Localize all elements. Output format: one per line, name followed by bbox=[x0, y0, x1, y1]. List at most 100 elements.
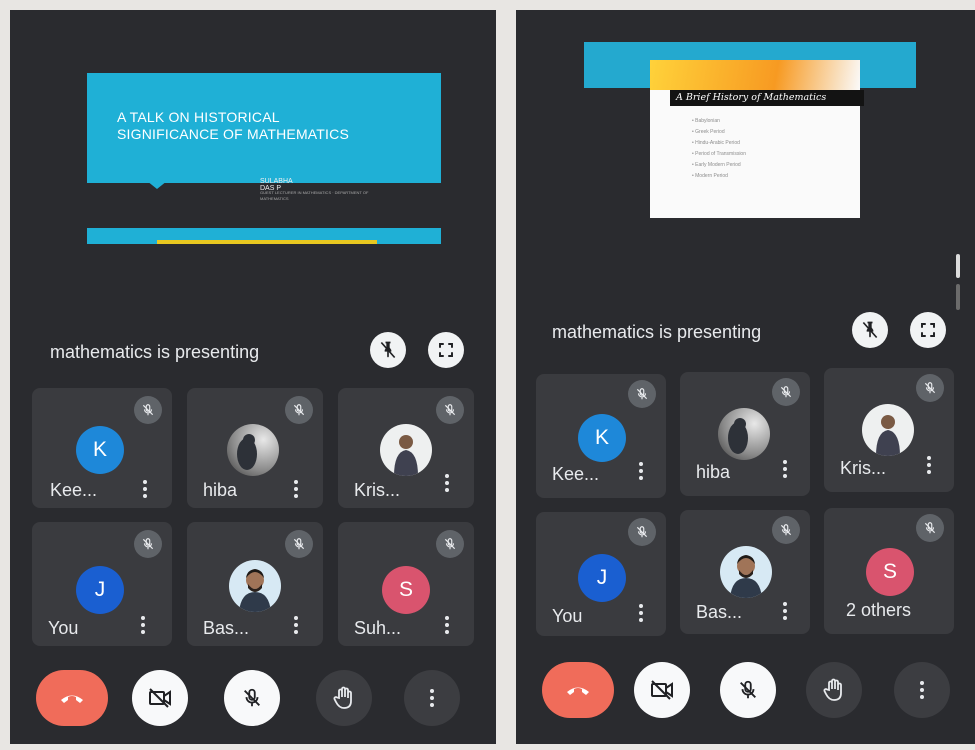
camera-toggle-button[interactable] bbox=[634, 662, 690, 718]
slide-bullet-list: Babylonian Greek Period Hindu-Arabic Per… bbox=[692, 116, 746, 182]
raise-hand-icon bbox=[333, 686, 352, 709]
more-options-button[interactable] bbox=[404, 670, 460, 726]
participant-photo bbox=[380, 424, 432, 476]
slide-bullet: Hindu-Arabic Period bbox=[692, 138, 746, 149]
microphone-toggle-button[interactable] bbox=[720, 662, 776, 718]
mic-off-icon bbox=[293, 538, 305, 550]
participant-tile[interactable]: hiba bbox=[187, 388, 323, 508]
others-count-label: 2 others bbox=[846, 600, 912, 620]
participant-photo bbox=[718, 408, 770, 460]
more-options-button[interactable] bbox=[293, 616, 299, 634]
participant-photo bbox=[227, 424, 279, 476]
more-options-button[interactable] bbox=[444, 474, 450, 492]
presenting-label: mathematics is presenting bbox=[50, 342, 260, 362]
more-options-button[interactable] bbox=[293, 480, 299, 498]
participant-tile[interactable]: S Suh... bbox=[338, 522, 474, 646]
more-options-button[interactable] bbox=[638, 462, 644, 480]
scrollbar[interactable] bbox=[956, 254, 960, 312]
unpin-button[interactable] bbox=[370, 332, 406, 368]
mic-off-icon bbox=[740, 680, 756, 699]
slide-title-line-1: A TALK ON HISTORICAL bbox=[117, 109, 280, 125]
muted-indicator bbox=[772, 516, 800, 544]
avatar: K bbox=[76, 426, 124, 474]
slide-bullet: Greek Period bbox=[692, 127, 746, 138]
participant-tile[interactable]: J You bbox=[536, 512, 666, 636]
more-options-button[interactable] bbox=[140, 616, 146, 634]
participant-tile[interactable]: Bas... bbox=[187, 522, 323, 646]
call-end-icon bbox=[61, 695, 83, 703]
mic-off-icon bbox=[780, 386, 792, 398]
slide-title-box: A TALK ON HISTORICAL SIGNIFICANCE OF MAT… bbox=[87, 73, 441, 189]
slide-bullet: Babylonian bbox=[692, 116, 746, 127]
slide-title: A Brief History of Mathematics bbox=[670, 90, 864, 106]
muted-indicator bbox=[134, 396, 162, 424]
call-end-icon bbox=[567, 687, 589, 695]
end-call-button[interactable] bbox=[542, 662, 614, 718]
muted-indicator bbox=[436, 530, 464, 558]
muted-indicator bbox=[628, 518, 656, 546]
more-vert-icon bbox=[429, 689, 435, 707]
participant-tile[interactable]: K Kee... bbox=[32, 388, 172, 508]
slide-bullet: Modern Period bbox=[692, 171, 746, 182]
raise-hand-button[interactable] bbox=[806, 662, 862, 718]
left-meeting-screen: A TALK ON HISTORICAL SIGNIFICANCE OF MAT… bbox=[10, 10, 496, 744]
fullscreen-button[interactable] bbox=[910, 312, 946, 348]
raise-hand-icon bbox=[823, 678, 842, 701]
participant-name: Bas... bbox=[203, 618, 250, 638]
muted-indicator bbox=[285, 396, 313, 424]
muted-indicator bbox=[916, 514, 944, 542]
participant-tile[interactable]: S 2 others bbox=[824, 508, 954, 634]
participant-name: Kee... bbox=[50, 480, 98, 500]
participant-photo bbox=[229, 560, 281, 612]
more-options-button[interactable] bbox=[638, 604, 644, 622]
slide-title-line-2: SIGNIFICANCE OF MATHEMATICS bbox=[117, 126, 349, 142]
presenting-label: mathematics is presenting bbox=[552, 322, 762, 342]
fullscreen-icon bbox=[921, 323, 935, 337]
mic-off-icon bbox=[924, 522, 936, 534]
fullscreen-button[interactable] bbox=[428, 332, 464, 368]
avatar: K bbox=[578, 414, 626, 462]
mic-off-icon bbox=[924, 382, 936, 394]
raise-hand-button[interactable] bbox=[316, 670, 372, 726]
avatar: J bbox=[76, 566, 124, 614]
slide-bullet: Period of Transmission bbox=[692, 149, 746, 160]
more-options-button[interactable] bbox=[444, 616, 450, 634]
participant-name: Suh... bbox=[354, 618, 402, 638]
more-vert-icon bbox=[919, 681, 925, 699]
avatar: S bbox=[382, 566, 430, 614]
more-options-button[interactable] bbox=[142, 480, 148, 498]
slide-affiliation: GUEST LECTURER IN MATHEMATICS · DEPARTME… bbox=[260, 190, 369, 201]
right-meeting-screen: A Brief History of Mathematics Babylonia… bbox=[516, 10, 975, 744]
camera-toggle-button[interactable] bbox=[132, 670, 188, 726]
end-call-button[interactable] bbox=[36, 670, 108, 726]
participant-name: Kris... bbox=[354, 480, 401, 500]
more-options-button[interactable] bbox=[926, 456, 932, 474]
participant-tile[interactable]: Kris... bbox=[338, 388, 474, 508]
participant-photo bbox=[862, 404, 914, 456]
participant-name: hiba bbox=[696, 462, 731, 482]
slide-bullet: Early Modern Period bbox=[692, 160, 746, 171]
muted-indicator bbox=[772, 378, 800, 406]
mic-off-icon bbox=[142, 538, 154, 550]
muted-indicator bbox=[916, 374, 944, 402]
more-options-button[interactable] bbox=[894, 662, 950, 718]
unpin-button[interactable] bbox=[852, 312, 888, 348]
mic-off-icon bbox=[780, 524, 792, 536]
participant-name: hiba bbox=[203, 480, 238, 500]
mic-off-icon bbox=[636, 526, 648, 538]
muted-indicator bbox=[285, 530, 313, 558]
mic-off-icon bbox=[444, 404, 456, 416]
participant-tile[interactable]: J You bbox=[32, 522, 172, 646]
participant-tile[interactable]: hiba bbox=[680, 372, 810, 496]
participant-name: Kris... bbox=[840, 458, 887, 478]
more-options-button[interactable] bbox=[782, 460, 788, 478]
participant-name: You bbox=[552, 606, 583, 626]
more-options-button[interactable] bbox=[782, 602, 788, 620]
participant-tile[interactable]: Kris... bbox=[824, 368, 954, 492]
participant-tile[interactable]: K Kee... bbox=[536, 374, 666, 498]
participant-tile[interactable]: Bas... bbox=[680, 510, 810, 634]
muted-indicator bbox=[436, 396, 464, 424]
microphone-toggle-button[interactable] bbox=[224, 670, 280, 726]
participant-photo bbox=[720, 546, 772, 598]
unpin-icon bbox=[380, 341, 396, 359]
